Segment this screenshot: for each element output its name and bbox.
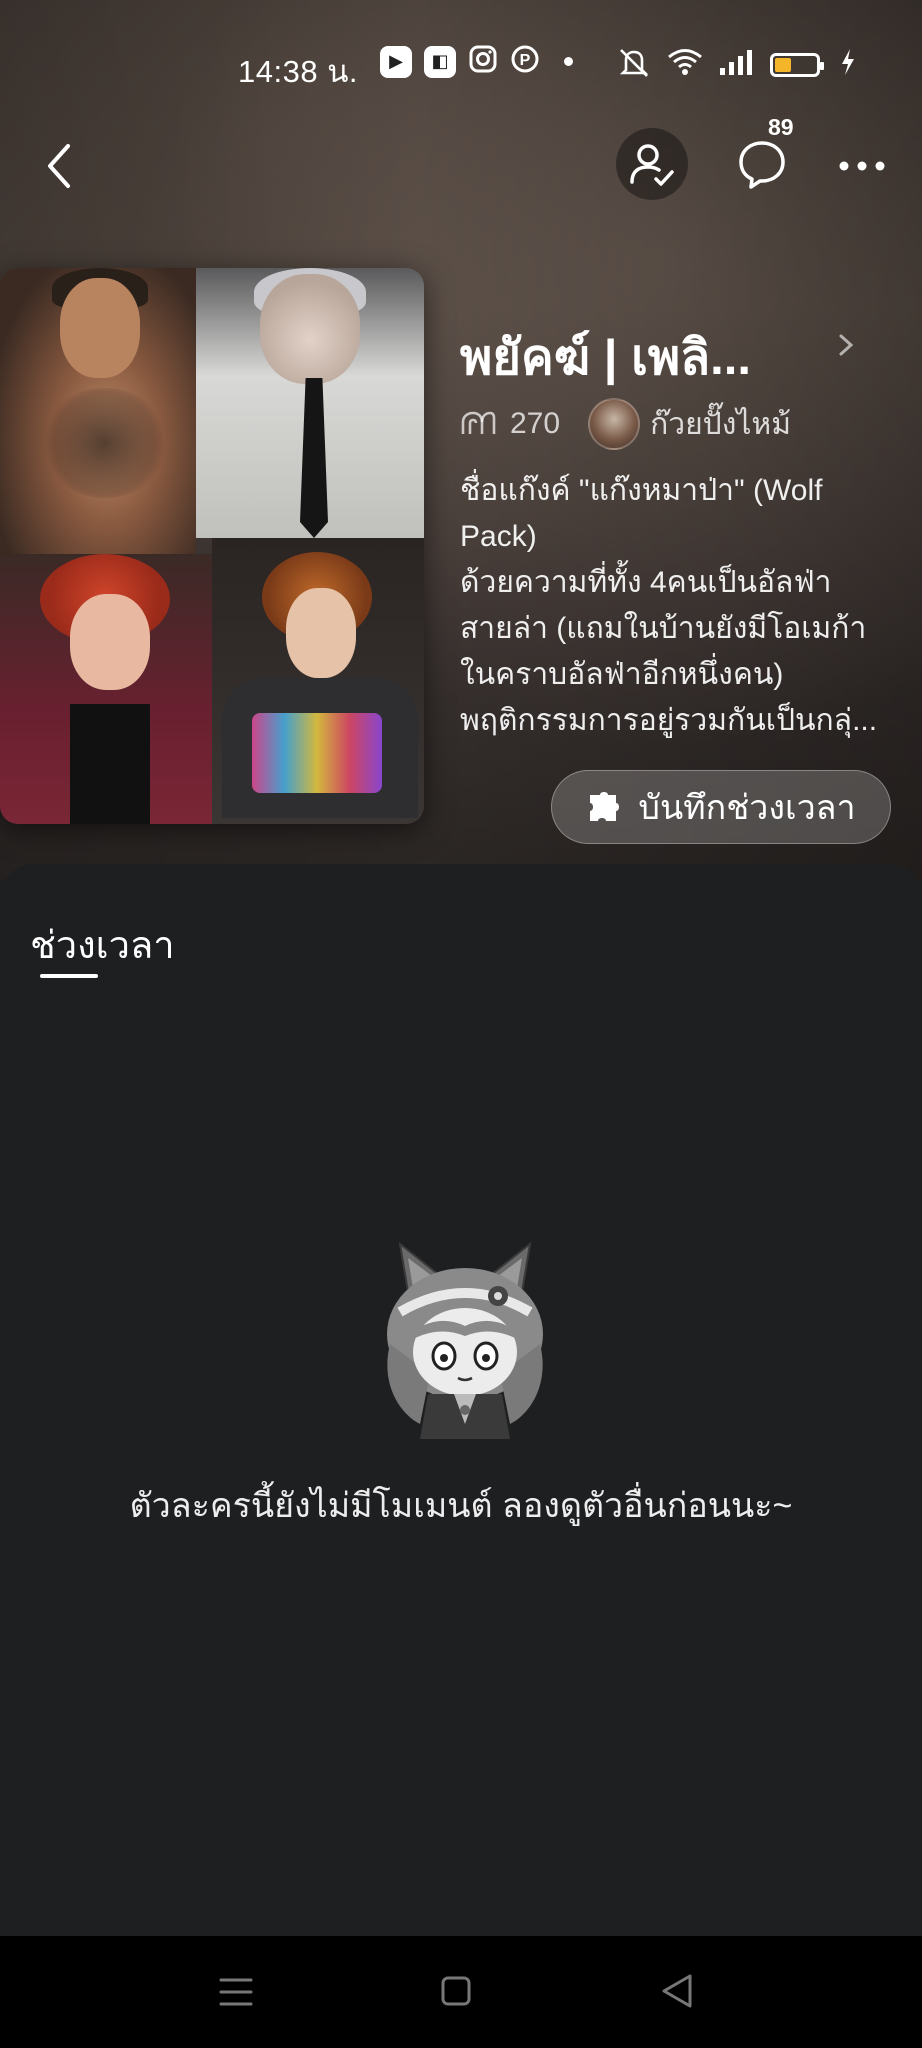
puzzle-piece-icon bbox=[590, 792, 620, 821]
play-icon: ▶ bbox=[380, 45, 412, 78]
charging-icon bbox=[840, 48, 856, 81]
follow-button[interactable] bbox=[616, 128, 688, 200]
menu-icon[interactable] bbox=[218, 1976, 254, 2008]
save-moment-button[interactable]: บันทึกช่วงเวลา bbox=[551, 770, 891, 844]
empty-state-message: ตัวละครนี้ยังไม่มีโมเมนต์ ลองดูตัวอื่นก่… bbox=[129, 1487, 793, 1525]
character-meta: 270 ก๊วยปั๊งไหม้ bbox=[460, 398, 791, 450]
tab-active-indicator bbox=[40, 974, 98, 978]
battery-icon bbox=[770, 52, 824, 77]
status-time: 14:38 น. bbox=[238, 54, 358, 89]
empty-state-mascot-icon bbox=[387, 1241, 543, 1439]
back-button[interactable] bbox=[38, 140, 82, 192]
wifi-icon bbox=[666, 47, 704, 82]
home-icon[interactable] bbox=[440, 1974, 472, 2008]
chat-bubble-icon bbox=[739, 141, 785, 189]
status-bar: 14:38 น. ▶ ◧ P bbox=[0, 40, 922, 89]
chat-count-badge: 89 bbox=[768, 114, 794, 140]
description-line: ชื่อแก๊งค์ "แก๊งหมาป่า" (Wolf bbox=[460, 474, 823, 507]
description-line: ด้วยความที่ทั้ง 4คนเป็นอัลฟ่า bbox=[460, 566, 832, 599]
description-line: ในคราบอัลฟ่าอีกหนึ่งคน) bbox=[460, 658, 784, 691]
back-icon[interactable] bbox=[660, 1972, 694, 2010]
more-options-button[interactable] bbox=[832, 140, 892, 192]
cover-panel-graphic-tee-man bbox=[212, 538, 424, 824]
instagram-icon bbox=[468, 44, 498, 79]
svg-text:P: P bbox=[520, 52, 531, 69]
moments-sheet: ช่วงเวลา ตัวละครนี้ยังไม่มีโมเมนต์ ลองดู… bbox=[0, 864, 922, 1936]
author-name[interactable]: ก๊วยปั๊งไหม้ bbox=[650, 401, 791, 448]
mute-icon bbox=[616, 46, 652, 83]
author-avatar[interactable] bbox=[588, 398, 641, 450]
sticker-icon: ◧ bbox=[424, 45, 456, 78]
notification-icons: ▶ ◧ P bbox=[380, 44, 573, 79]
user-check-icon bbox=[630, 144, 674, 186]
description-line: พฤติกรรมการอยู่รวมกันเป็นกลุ่... bbox=[460, 704, 878, 737]
views-count: 270 bbox=[510, 407, 561, 440]
system-navigation-bar bbox=[0, 1936, 922, 2048]
pinterest-icon: P bbox=[510, 44, 540, 79]
signal-icon bbox=[718, 48, 756, 81]
more-dots-icon bbox=[839, 161, 885, 171]
views-icon bbox=[461, 411, 496, 434]
character-page: 14:38 น. ▶ ◧ P 89 พยัคฆ์ | เพลิ... 270 ก… bbox=[0, 0, 922, 2048]
system-status-icons bbox=[616, 46, 856, 83]
character-cover-image[interactable] bbox=[0, 268, 424, 824]
more-notifications-dot bbox=[564, 57, 573, 66]
cover-panel-redhead-man bbox=[0, 554, 212, 824]
description-line: สายล่า (แถมในบ้านยังมีโอเมก้า bbox=[460, 612, 867, 645]
cover-panel-glasses-man bbox=[196, 268, 424, 538]
chevron-left-icon bbox=[48, 144, 70, 188]
save-moment-label: บันทึกช่วงเวลา bbox=[638, 789, 856, 827]
description-line: Pack) bbox=[460, 520, 537, 553]
cover-panel-tattooed-man bbox=[0, 268, 196, 554]
tab-moments[interactable]: ช่วงเวลา bbox=[30, 914, 175, 975]
character-description[interactable]: ชื่อแก๊งค์ "แก๊งหมาป่า" (Wolf Pack) ด้วย… bbox=[460, 468, 900, 744]
character-title[interactable]: พยัคฆ์ | เพลิ... bbox=[460, 318, 840, 396]
chevron-right-icon[interactable] bbox=[836, 332, 856, 358]
